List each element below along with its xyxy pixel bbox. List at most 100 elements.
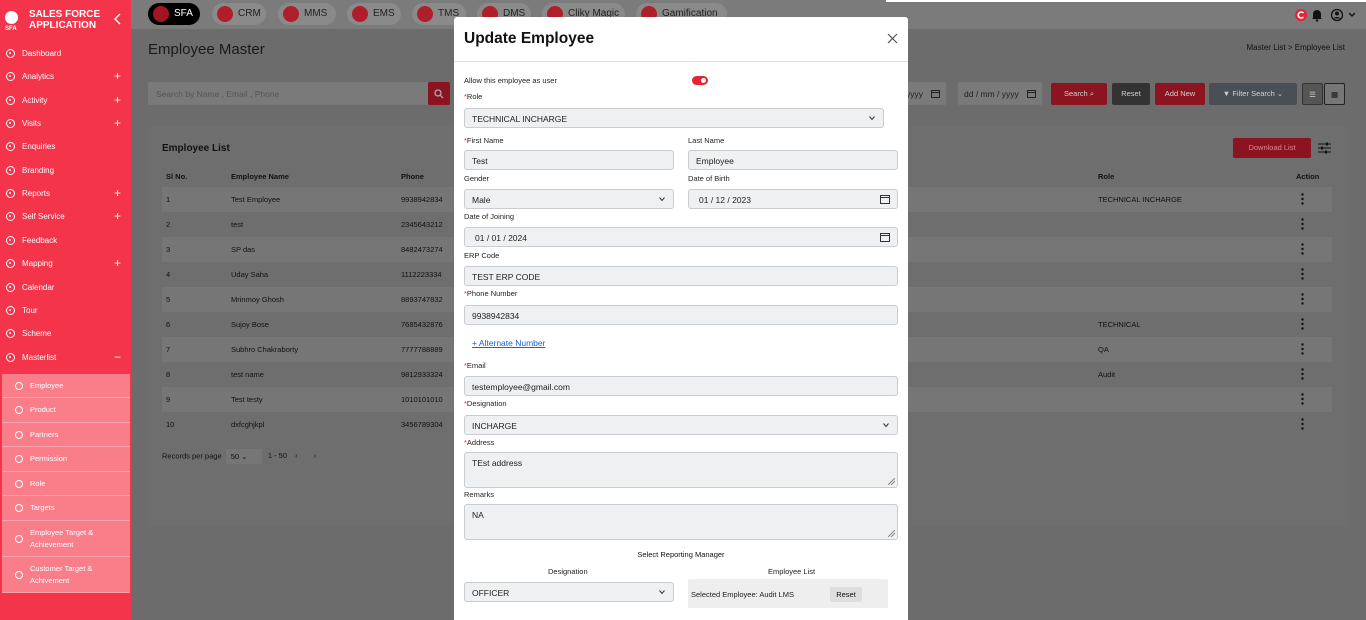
sidebar-item-dashboard[interactable]: Dashboard: [0, 45, 131, 63]
rm-designation-label: Designation: [548, 567, 588, 576]
add-new-button[interactable]: Add New: [1155, 83, 1205, 105]
email-label: *Email: [464, 361, 486, 370]
sidebar-item-calendar[interactable]: Calendar: [0, 279, 131, 297]
breadcrumb[interactable]: Master List > Employee List: [1247, 43, 1345, 52]
more-vert-icon[interactable]: [1301, 393, 1304, 405]
sidebar-item-feedback[interactable]: Feedback: [0, 232, 131, 250]
sidebar-item-enquiries[interactable]: Enquiries: [0, 138, 131, 156]
cliky-logo-icon[interactable]: [1294, 8, 1308, 22]
prev-page-icon[interactable]: ‹: [295, 451, 298, 460]
more-vert-icon[interactable]: [1301, 218, 1304, 230]
alternate-number-link[interactable]: + Alternate Number: [472, 338, 545, 348]
resize-grip-icon[interactable]: [888, 478, 895, 485]
search-input[interactable]: Search by Name , Email , Phone: [148, 82, 428, 105]
expand-icon[interactable]: +: [114, 69, 121, 83]
date-from-input[interactable]: yyyy: [903, 82, 946, 105]
sidebar-item-reports[interactable]: Reports +: [0, 185, 131, 203]
nav-icon: [15, 382, 23, 390]
download-list-button[interactable]: Download List: [1233, 138, 1311, 158]
column-header-sl[interactable]: Sl No.: [166, 172, 187, 181]
records-per-page-select[interactable]: 50 ⌄: [225, 449, 262, 464]
more-vert-icon[interactable]: [1301, 318, 1304, 330]
more-vert-icon[interactable]: [1301, 293, 1304, 305]
bell-icon[interactable]: [1311, 8, 1323, 22]
app-tab-crm[interactable]: CRM: [212, 3, 266, 25]
search-button[interactable]: Search ⌕: [1051, 83, 1107, 105]
role-value: TECHNICAL INCHARGE: [472, 114, 568, 124]
date-to-input[interactable]: dd / mm / yyyy: [958, 82, 1042, 105]
resize-grip-icon[interactable]: [888, 530, 895, 537]
sidebar-subitem-employee[interactable]: Employee: [2, 374, 130, 398]
sidebar-subitem-employee-target[interactable]: Employee Target & Achievement: [2, 521, 130, 557]
records-per-page-value: 50: [230, 452, 240, 461]
rm-employee-list[interactable]: Selected Employee: Audit LMS Reset: [688, 579, 888, 608]
more-vert-icon[interactable]: [1301, 368, 1304, 380]
header-divider: [886, 0, 1366, 2]
brand[interactable]: SFA SALES FORCE APPLICATION: [5, 9, 125, 33]
sidebar-subitem-role[interactable]: Role: [2, 472, 130, 496]
grid-view-icon[interactable]: ▦: [1324, 83, 1345, 105]
next-page-icon[interactable]: ›: [314, 451, 317, 460]
sidebar-subitem-product[interactable]: Product: [2, 398, 130, 423]
expand-icon[interactable]: +: [114, 186, 121, 200]
designation-value: INCHARGE: [472, 421, 517, 431]
filter-search-button[interactable]: ▼ Filter Search ⌄: [1209, 83, 1297, 105]
collapse-sidebar-icon[interactable]: [112, 13, 124, 25]
remarks-textarea[interactable]: NA: [464, 504, 898, 540]
column-header-phone[interactable]: Phone: [401, 172, 424, 181]
last-name-field[interactable]: Employee: [688, 150, 898, 170]
column-header-name[interactable]: Employee Name: [231, 172, 289, 181]
gender-select[interactable]: Male: [464, 189, 674, 209]
sidebar-item-mapping[interactable]: Mapping +: [0, 255, 131, 273]
sidebar-subitem-permission[interactable]: Permission: [2, 447, 130, 472]
user-menu-icon[interactable]: [1330, 8, 1358, 22]
rm-reset-button[interactable]: Reset: [830, 587, 862, 602]
sidebar-item-self-service[interactable]: Self Service +: [0, 208, 131, 226]
role-select[interactable]: TECHNICAL INCHARGE: [464, 108, 884, 128]
expand-icon[interactable]: +: [114, 209, 121, 223]
erp-field[interactable]: TEST ERP CODE: [464, 266, 898, 286]
sidebar-item-masterlist[interactable]: Masterlist −: [0, 349, 131, 367]
more-vert-icon[interactable]: [1301, 418, 1304, 430]
allow-user-toggle[interactable]: [692, 76, 708, 85]
nav-icon: [6, 49, 15, 58]
app-tab-mms[interactable]: MMS: [278, 3, 336, 25]
expand-icon[interactable]: +: [114, 116, 121, 130]
sidebar-item-scheme[interactable]: Scheme: [0, 325, 131, 343]
sidebar-item-branding[interactable]: Branding: [0, 162, 131, 180]
phone-field[interactable]: 9938942834: [464, 305, 898, 325]
settings-sliders-icon[interactable]: [1318, 142, 1331, 154]
reset-button[interactable]: Reset: [1112, 83, 1150, 105]
column-header-role[interactable]: Role: [1098, 172, 1114, 181]
expand-icon[interactable]: +: [114, 93, 121, 107]
sidebar-item-activity[interactable]: Activity +: [0, 92, 131, 110]
more-vert-icon[interactable]: [1301, 268, 1304, 280]
dob-field[interactable]: 01 / 12 / 2023: [688, 189, 898, 209]
address-value: TEst address: [472, 458, 523, 468]
app-tab-ems[interactable]: EMS: [347, 3, 401, 25]
doj-field[interactable]: 01 / 01 / 2024: [464, 227, 898, 247]
app-tab-sfa[interactable]: SFA: [148, 3, 200, 25]
sidebar-item-visits[interactable]: Visits +: [0, 115, 131, 133]
search-icon-button[interactable]: [428, 82, 450, 105]
first-name-field[interactable]: Test: [464, 150, 674, 170]
email-field[interactable]: testemployee@gmail.com: [464, 376, 898, 396]
sidebar-subitem-customer-target[interactable]: Customer Target & Achivement: [2, 557, 130, 593]
cell-name: Test Employee: [231, 195, 281, 204]
address-textarea[interactable]: TEst address: [464, 452, 898, 488]
more-vert-icon[interactable]: [1301, 243, 1304, 255]
calendar-icon[interactable]: [880, 194, 890, 204]
sidebar-item-tour[interactable]: Tour: [0, 302, 131, 320]
sidebar-item-analytics[interactable]: Analytics +: [0, 68, 131, 86]
rm-designation-select[interactable]: OFFICER: [464, 582, 674, 602]
list-view-icon[interactable]: ☰: [1302, 83, 1323, 105]
more-vert-icon[interactable]: [1301, 193, 1304, 205]
expand-icon[interactable]: +: [114, 256, 121, 270]
more-vert-icon[interactable]: [1301, 343, 1304, 355]
sidebar-subitem-partners[interactable]: Partners: [2, 423, 130, 447]
sidebar-subitem-targets[interactable]: Targets: [2, 496, 130, 521]
calendar-icon[interactable]: [880, 232, 890, 242]
designation-select[interactable]: INCHARGE: [464, 415, 898, 435]
collapse-icon[interactable]: −: [114, 350, 121, 364]
close-icon[interactable]: [887, 33, 898, 44]
